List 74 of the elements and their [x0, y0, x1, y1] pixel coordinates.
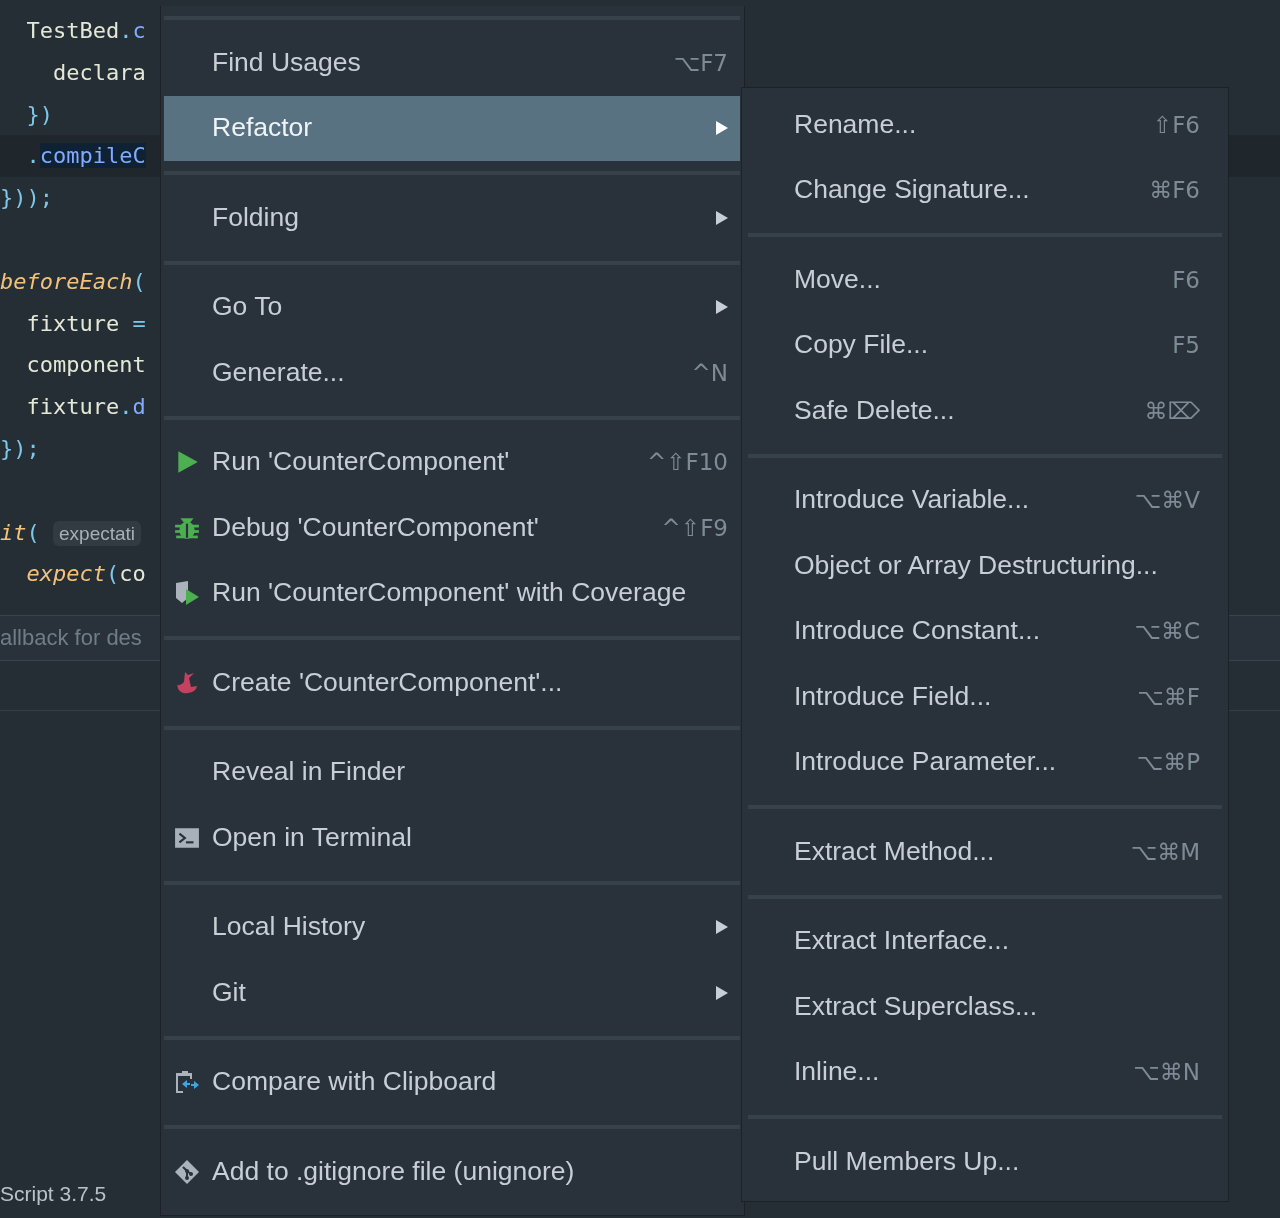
- menu-item[interactable]: Find Usages ⌥F7: [164, 30, 740, 96]
- code-token: declara: [51, 59, 146, 85]
- code-token: it: [0, 519, 27, 545]
- menu-item[interactable]: Rename... ⇧F6: [748, 92, 1222, 158]
- shortcut-text: ^⇧F9: [661, 513, 728, 543]
- shortcut-text: F6: [1172, 265, 1200, 295]
- menu-item[interactable]: Compare with Clipboard: [164, 1049, 740, 1115]
- shield-play-icon: [174, 580, 200, 607]
- code-token: .: [25, 143, 40, 169]
- menu-item[interactable]: Generate... ^N: [164, 340, 740, 406]
- menu-item[interactable]: Object or Array Destructuring...: [748, 533, 1222, 599]
- code-token: (: [105, 561, 120, 587]
- menu-item[interactable]: Add to .gitignore file (unignore): [164, 1139, 740, 1205]
- menu-item[interactable]: Introduce Constant... ⌥⌘C: [748, 598, 1222, 664]
- code-token: }));: [0, 185, 53, 211]
- shortcut-text: F5: [1172, 331, 1200, 360]
- shortcut-text: ⌥⌘N: [1133, 1058, 1200, 1087]
- shortcut-text: ⌘⌦: [1144, 396, 1200, 426]
- menu-item[interactable]: Run 'CounterComponent' with Coverage: [164, 560, 740, 626]
- menu-item[interactable]: Git: [164, 960, 740, 1026]
- code-token: });: [0, 435, 40, 461]
- clipboard-compare-icon: [174, 1069, 200, 1096]
- menu-item[interactable]: Debug 'CounterComponent' ^⇧F9: [164, 495, 740, 561]
- menu-item[interactable]: Extract Method... ⌥⌘M: [748, 819, 1222, 885]
- menu-item[interactable]: Introduce Field... ⌥⌘F: [748, 664, 1222, 730]
- status-text: Script 3.7.5: [0, 1181, 107, 1207]
- menu-item[interactable]: Introduce Parameter... ⌥⌘P: [748, 729, 1222, 795]
- menu-item[interactable]: Local History: [164, 894, 740, 960]
- menu-item[interactable]: Move... F6: [748, 247, 1222, 313]
- shortcut-text: ⌥⌘M: [1130, 837, 1200, 867]
- shortcut-text: ⌥⌘V: [1134, 486, 1200, 515]
- code-token: fixture: [25, 310, 121, 336]
- code-token: component: [25, 352, 146, 378]
- menu-item[interactable]: Create 'CounterComponent'...: [164, 650, 740, 716]
- menu-item[interactable]: Change Signature... ⌘F6: [748, 157, 1222, 223]
- shortcut-text: ⌥F7: [673, 48, 728, 78]
- menu-item[interactable]: Go To: [164, 274, 740, 340]
- code-token: co: [119, 561, 146, 587]
- menu-item[interactable]: Safe Delete... ⌘⌦: [748, 378, 1222, 444]
- shortcut-text: ⇧F6: [1152, 110, 1200, 140]
- menu-item[interactable]: Run 'CounterComponent' ^⇧F10: [164, 429, 740, 495]
- git-diamond-icon: [174, 1158, 200, 1185]
- shortcut-text: ⌘F6: [1149, 176, 1200, 205]
- menu-item[interactable]: Open in Terminal: [164, 805, 740, 871]
- shortcut-text: ^⇧F10: [646, 448, 728, 477]
- menu-item[interactable]: Refactor: [164, 95, 740, 161]
- menu-item[interactable]: Reveal in Finder: [164, 739, 740, 805]
- jester-icon: [174, 669, 200, 696]
- code-token: c: [132, 18, 146, 43]
- code-token: }): [25, 101, 53, 127]
- code-token: d: [132, 394, 146, 420]
- code-token: .: [119, 394, 133, 420]
- code-token: (: [26, 519, 41, 545]
- shortcut-text: ⌥⌘C: [1134, 617, 1200, 646]
- breadcrumb-text: allback for des: [0, 624, 142, 652]
- shortcut-text: ⌥⌘P: [1136, 748, 1200, 777]
- code-token: =: [132, 310, 146, 336]
- menu-item[interactable]: Extract Superclass...: [748, 974, 1222, 1040]
- code-token: .: [119, 18, 133, 43]
- parameter-hint: expectati: [53, 520, 142, 546]
- menu-item[interactable]: Folding: [164, 185, 740, 251]
- code-token: fixture: [25, 394, 120, 420]
- menu-item[interactable]: Introduce Variable... ⌥⌘V: [748, 467, 1222, 533]
- code-token: beforeEach: [0, 268, 133, 294]
- menu-item[interactable]: Copy File... F5: [748, 312, 1222, 378]
- menu-item[interactable]: Pull Members Up...: [748, 1129, 1222, 1195]
- shortcut-text: ^N: [691, 358, 728, 388]
- code-token: compileC: [39, 143, 146, 169]
- shortcut-text: ⌥⌘F: [1137, 682, 1200, 712]
- code-token: (: [132, 268, 146, 294]
- menu-item[interactable]: Extract Interface...: [748, 908, 1222, 974]
- code-token: expect: [25, 561, 106, 587]
- code-token: TestBed: [25, 18, 120, 43]
- menu-item[interactable]: Inline... ⌥⌘N: [748, 1039, 1222, 1105]
